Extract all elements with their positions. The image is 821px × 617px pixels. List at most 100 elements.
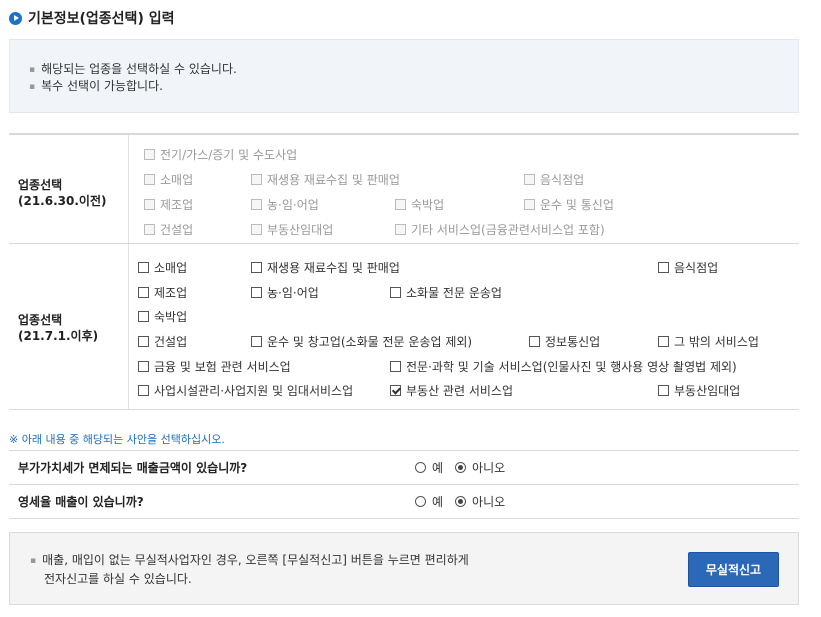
checkbox-label: 기타 서비스업(금융관련서비스업 포함): [411, 222, 605, 237]
no-activity-line: 매출, 매입이 없는 무실적사업자인 경우, 오른쪽 [무실적신고] 버튼을 누…: [30, 552, 469, 571]
checkbox-box: [144, 148, 155, 160]
guide-note: ※ 아래 내용 중 해당되는 사안을 선택하십시오.: [9, 433, 225, 446]
industry-checkbox-transport[interactable]: 운수 및 창고업(소화물 전문 운송업 제외): [251, 333, 472, 349]
industry-checkbox-construction[interactable]: 건설업: [138, 333, 187, 349]
industry-checkbox-realestate-rental[interactable]: 부동산임대업: [658, 382, 740, 398]
checkbox-box[interactable]: [529, 335, 540, 347]
checkbox-label: 제조업: [154, 285, 188, 300]
radio-circle[interactable]: [415, 496, 426, 507]
radio-group: 예 아니오: [415, 451, 517, 484]
checkbox-label: 운수 및 창고업(소화물 전문 운송업 제외): [267, 334, 473, 349]
industry-old-label: 업종선택 (21.6.30.이전): [18, 177, 106, 209]
question-row: 부가가치세가 면제되는 매출금액이 있습니까? 예 아니오: [9, 451, 799, 485]
checkbox-box[interactable]: [251, 261, 262, 273]
page-title: 기본정보(업종선택) 입력: [28, 11, 175, 27]
checkbox-box[interactable]: [138, 310, 149, 322]
radio-label: 예: [432, 461, 444, 475]
checkbox-box[interactable]: [138, 360, 149, 372]
checkbox-label: 숙박업: [154, 309, 188, 324]
old-industry-checkbox: 농·임·어업: [251, 196, 319, 212]
question-row: 영세율 매출이 있습니까? 예 아니오: [9, 485, 799, 519]
checkbox-box: [524, 173, 535, 185]
question-text: 영세율 매출이 있습니까?: [18, 495, 144, 509]
radio-no[interactable]: 아니오: [455, 459, 505, 476]
question-text: 부가가치세가 면제되는 매출금액이 있습니까?: [18, 461, 248, 475]
checkbox-box[interactable]: [658, 384, 669, 396]
checkbox-box[interactable]: [138, 384, 149, 396]
checkbox-label: 음식점업: [540, 172, 585, 187]
label-line: (21.6.30.이전): [18, 194, 107, 208]
checkbox-label: 건설업: [154, 334, 188, 349]
old-industry-checkbox: 제조업: [144, 196, 193, 212]
old-industry-checkbox: 소매업: [144, 171, 193, 187]
checkbox-box[interactable]: [658, 335, 669, 347]
checkbox-box[interactable]: [251, 335, 262, 347]
checkbox-label: 정보통신업: [545, 334, 601, 349]
checkbox-label: 농·임·어업: [267, 197, 319, 212]
old-industry-checkbox: 음식점업: [524, 171, 584, 187]
industry-checkbox-retail[interactable]: 소매업: [138, 259, 187, 275]
radio-label: 아니오: [472, 461, 506, 475]
industry-new-label: 업종선택 (21.7.1.이후): [18, 312, 98, 344]
checkbox-label: 그 밖의 서비스업: [674, 334, 759, 349]
industry-checkbox-finance[interactable]: 금융 및 보험 관련 서비스업: [138, 358, 291, 374]
label-line: 업종선택: [18, 313, 63, 327]
industry-checkbox-it[interactable]: 정보통신업: [529, 333, 600, 349]
checkbox-label: 사업시설관리·사업지원 및 임대서비스업: [154, 383, 354, 398]
industry-checkbox-other-services[interactable]: 그 밖의 서비스업: [658, 333, 759, 349]
industry-checkbox-parcel[interactable]: 소화물 전문 운송업: [390, 284, 502, 300]
old-industry-checkbox: 부동산임대업: [251, 221, 333, 237]
checkbox-label: 음식점업: [674, 260, 719, 275]
industry-checkbox-recycling[interactable]: 재생용 재료수집 및 판매업: [251, 259, 400, 275]
section-title: 기본정보(업종선택) 입력: [9, 8, 174, 28]
checkbox-box[interactable]: [138, 335, 149, 347]
industry-checkbox-professional[interactable]: 전문·과학 및 기술 서비스업(인물사진 및 행사용 영상 촬영법 제외): [390, 358, 737, 374]
checkbox-box[interactable]: [390, 384, 401, 396]
notice-box: 해당되는 업종을 선택하실 수 있습니다. 복수 선택이 가능합니다.: [9, 39, 799, 113]
radio-yes[interactable]: 예: [415, 493, 443, 510]
checkbox-box[interactable]: [138, 286, 149, 298]
industry-checkbox-facility[interactable]: 사업시설관리·사업지원 및 임대서비스업: [138, 382, 353, 398]
industry-select-new: 업종선택 (21.7.1.이후) 소매업 재생용 재료수집 및 판매업 음식점업…: [9, 244, 799, 410]
radio-circle[interactable]: [415, 462, 426, 473]
checkbox-label: 제조업: [160, 197, 194, 212]
checkbox-box[interactable]: [658, 261, 669, 273]
industry-checkbox-realestate-services[interactable]: 부동산 관련 서비스업: [390, 382, 513, 398]
industry-checkbox-lodging[interactable]: 숙박업: [138, 308, 187, 324]
checkbox-box: [395, 223, 406, 235]
checkbox-box[interactable]: [390, 286, 401, 298]
checkbox-label: 숙박업: [411, 197, 445, 212]
checkbox-label: 농·임·어업: [267, 285, 319, 300]
radio-circle[interactable]: [455, 462, 467, 473]
checkbox-label: 재생용 재료수집 및 판매업: [267, 260, 400, 275]
radio-no[interactable]: 아니오: [455, 493, 505, 510]
checkbox-box: [395, 198, 406, 210]
checkbox-label: 재생용 재료수집 및 판매업: [267, 172, 400, 187]
radio-yes[interactable]: 예: [415, 459, 443, 476]
checkbox-label: 부동산임대업: [674, 383, 741, 398]
checkbox-label: 건설업: [160, 222, 194, 237]
industry-checkbox-restaurant[interactable]: 음식점업: [658, 259, 718, 275]
radio-circle[interactable]: [455, 496, 467, 507]
checkbox-box: [251, 223, 262, 235]
checkbox-box[interactable]: [138, 261, 149, 273]
checkbox-box[interactable]: [251, 286, 262, 298]
industry-checkbox-manufacturing[interactable]: 제조업: [138, 284, 187, 300]
checkbox-label: 전문·과학 및 기술 서비스업(인물사진 및 행사용 영상 촬영법 제외): [406, 359, 737, 374]
checkbox-label: 전기/가스/증기 및 수도사업: [160, 147, 298, 162]
radio-label: 아니오: [472, 495, 506, 509]
radio-group: 예 아니오: [415, 485, 517, 518]
checkbox-box[interactable]: [390, 360, 401, 372]
industry-checkbox-agriculture[interactable]: 농·임·어업: [251, 284, 319, 300]
checkbox-box: [251, 198, 262, 210]
checkbox-box: [524, 198, 535, 210]
no-activity-report-button[interactable]: 무실적신고: [688, 552, 779, 587]
checkbox-box: [144, 173, 155, 185]
checkbox-box: [251, 173, 262, 185]
checkbox-box: [144, 223, 155, 235]
no-activity-box: 매출, 매입이 없는 무실적사업자인 경우, 오른쪽 [무실적신고] 버튼을 누…: [9, 532, 799, 605]
old-industry-checkbox: 전기/가스/증기 및 수도사업: [144, 146, 297, 162]
old-industry-checkbox: 건설업: [144, 221, 193, 237]
questions-table: 부가가치세가 면제되는 매출금액이 있습니까? 예 아니오 영세율 매출이 있습…: [9, 450, 799, 519]
checkbox-label: 소매업: [160, 172, 194, 187]
